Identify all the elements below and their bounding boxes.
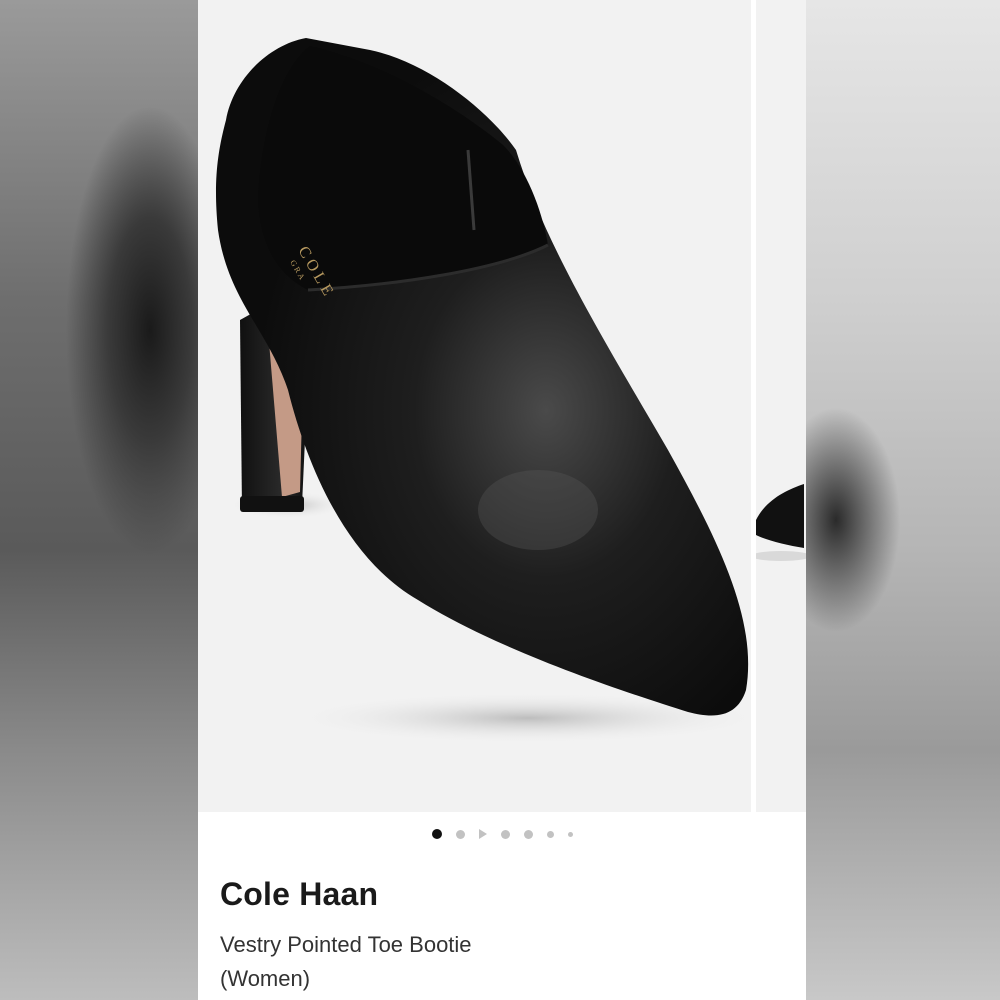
- pagination-dot-6[interactable]: [546, 830, 554, 838]
- bootie-photo: COLE GRA: [215, 38, 768, 744]
- pagination-dot-1[interactable]: [431, 829, 442, 839]
- product-image[interactable]: COLE GRA: [198, 0, 768, 812]
- pagination-dot-5[interactable]: [523, 829, 533, 839]
- product-detail-screen: COLE GRA Cole Haan Vestry Pointed Toe Bo…: [198, 0, 806, 1000]
- brand-name[interactable]: Cole Haan: [220, 876, 378, 913]
- blurred-background-left: [0, 0, 198, 1000]
- product-name-line-1: Vestry Pointed Toe Bootie: [220, 932, 472, 957]
- carousel-pagination[interactable]: [198, 826, 806, 842]
- next-image-thumbnail: [751, 484, 806, 561]
- blurred-background-right: [806, 0, 1000, 1000]
- next-product-image-peek[interactable]: [751, 0, 806, 812]
- product-image-carousel[interactable]: COLE GRA: [198, 0, 806, 812]
- play-icon[interactable]: [478, 829, 487, 839]
- pagination-dot-4[interactable]: [500, 829, 510, 839]
- product-name: Vestry Pointed Toe Bootie (Women): [220, 928, 740, 996]
- product-name-line-2: (Women): [220, 966, 311, 991]
- pagination-dot-2[interactable]: [455, 829, 465, 839]
- pagination-dot-7[interactable]: [567, 831, 573, 837]
